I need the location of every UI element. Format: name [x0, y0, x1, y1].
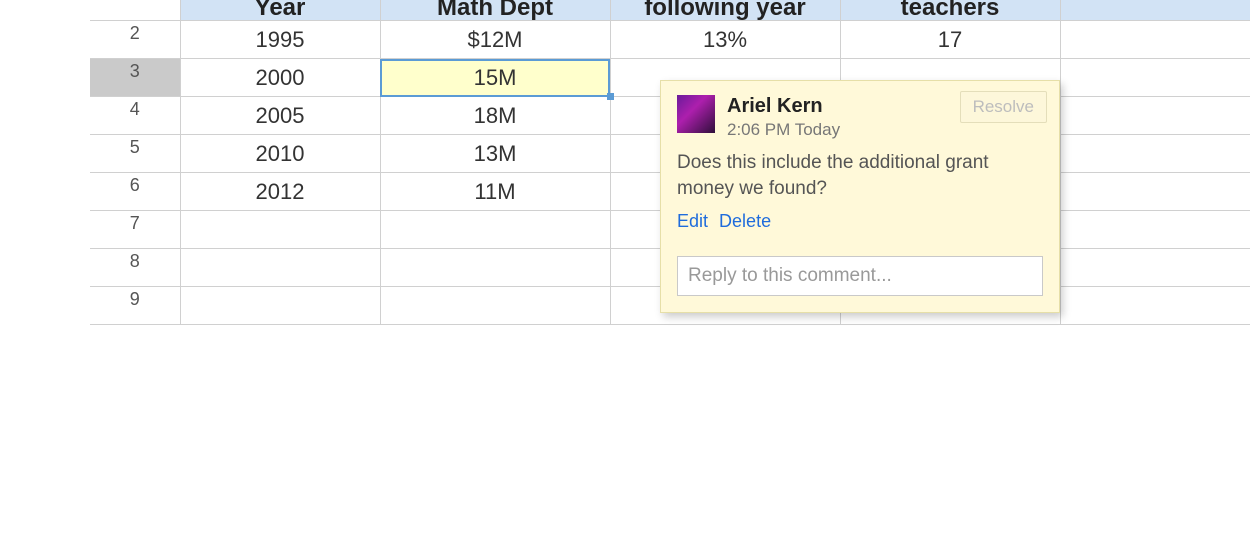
- cell-math[interactable]: [380, 249, 610, 287]
- row-number[interactable]: 3: [90, 59, 180, 97]
- reply-input[interactable]: [677, 256, 1043, 296]
- header-teachers[interactable]: teachers: [840, 0, 1060, 21]
- cell-math[interactable]: 15M: [380, 59, 610, 97]
- cell-empty[interactable]: [1060, 21, 1250, 59]
- row-number[interactable]: 8: [90, 249, 180, 287]
- row-number[interactable]: 2: [90, 21, 180, 59]
- header-row: Year Math Dept following year teachers: [90, 0, 1250, 21]
- cell-year[interactable]: 1995: [180, 21, 380, 59]
- cell-year[interactable]: [180, 211, 380, 249]
- edit-link[interactable]: Edit: [677, 211, 708, 231]
- row-number[interactable]: 7: [90, 211, 180, 249]
- cell-year[interactable]: [180, 249, 380, 287]
- cell-math[interactable]: 13M: [380, 135, 610, 173]
- cell-year[interactable]: [180, 287, 380, 325]
- cell-math[interactable]: 18M: [380, 97, 610, 135]
- row-number[interactable]: 9: [90, 287, 180, 325]
- header-following[interactable]: following year: [610, 0, 840, 21]
- header-gutter: [90, 0, 180, 21]
- table-row: 21995$12M13%17: [90, 21, 1250, 59]
- cell-empty[interactable]: [1060, 59, 1250, 97]
- cell-empty[interactable]: [1060, 249, 1250, 287]
- row-number[interactable]: 4: [90, 97, 180, 135]
- delete-link[interactable]: Delete: [719, 211, 771, 231]
- header-year[interactable]: Year: [180, 0, 380, 21]
- cell-year[interactable]: 2005: [180, 97, 380, 135]
- header-math[interactable]: Math Dept: [380, 0, 610, 21]
- cell-empty[interactable]: [1060, 287, 1250, 325]
- cell-year[interactable]: 2000: [180, 59, 380, 97]
- cell-math[interactable]: [380, 211, 610, 249]
- cell-math[interactable]: 11M: [380, 173, 610, 211]
- avatar: [677, 95, 715, 133]
- cell-math[interactable]: $12M: [380, 21, 610, 59]
- cell-math[interactable]: [380, 287, 610, 325]
- cell-empty[interactable]: [1060, 135, 1250, 173]
- cell-following[interactable]: 13%: [610, 21, 840, 59]
- cell-empty[interactable]: [1060, 173, 1250, 211]
- comment-body: Does this include the additional grant m…: [677, 150, 1043, 201]
- comment-time: 2:06 PM Today: [727, 120, 1043, 140]
- header-tail[interactable]: [1060, 0, 1250, 21]
- cell-year[interactable]: 2012: [180, 173, 380, 211]
- cell-teachers[interactable]: 17: [840, 21, 1060, 59]
- comment-popover: Ariel Kern 2:06 PM Today Resolve Does th…: [660, 80, 1060, 313]
- row-number[interactable]: 5: [90, 135, 180, 173]
- cell-year[interactable]: 2010: [180, 135, 380, 173]
- cell-empty[interactable]: [1060, 211, 1250, 249]
- row-number[interactable]: 6: [90, 173, 180, 211]
- cell-empty[interactable]: [1060, 97, 1250, 135]
- resolve-button[interactable]: Resolve: [960, 91, 1047, 123]
